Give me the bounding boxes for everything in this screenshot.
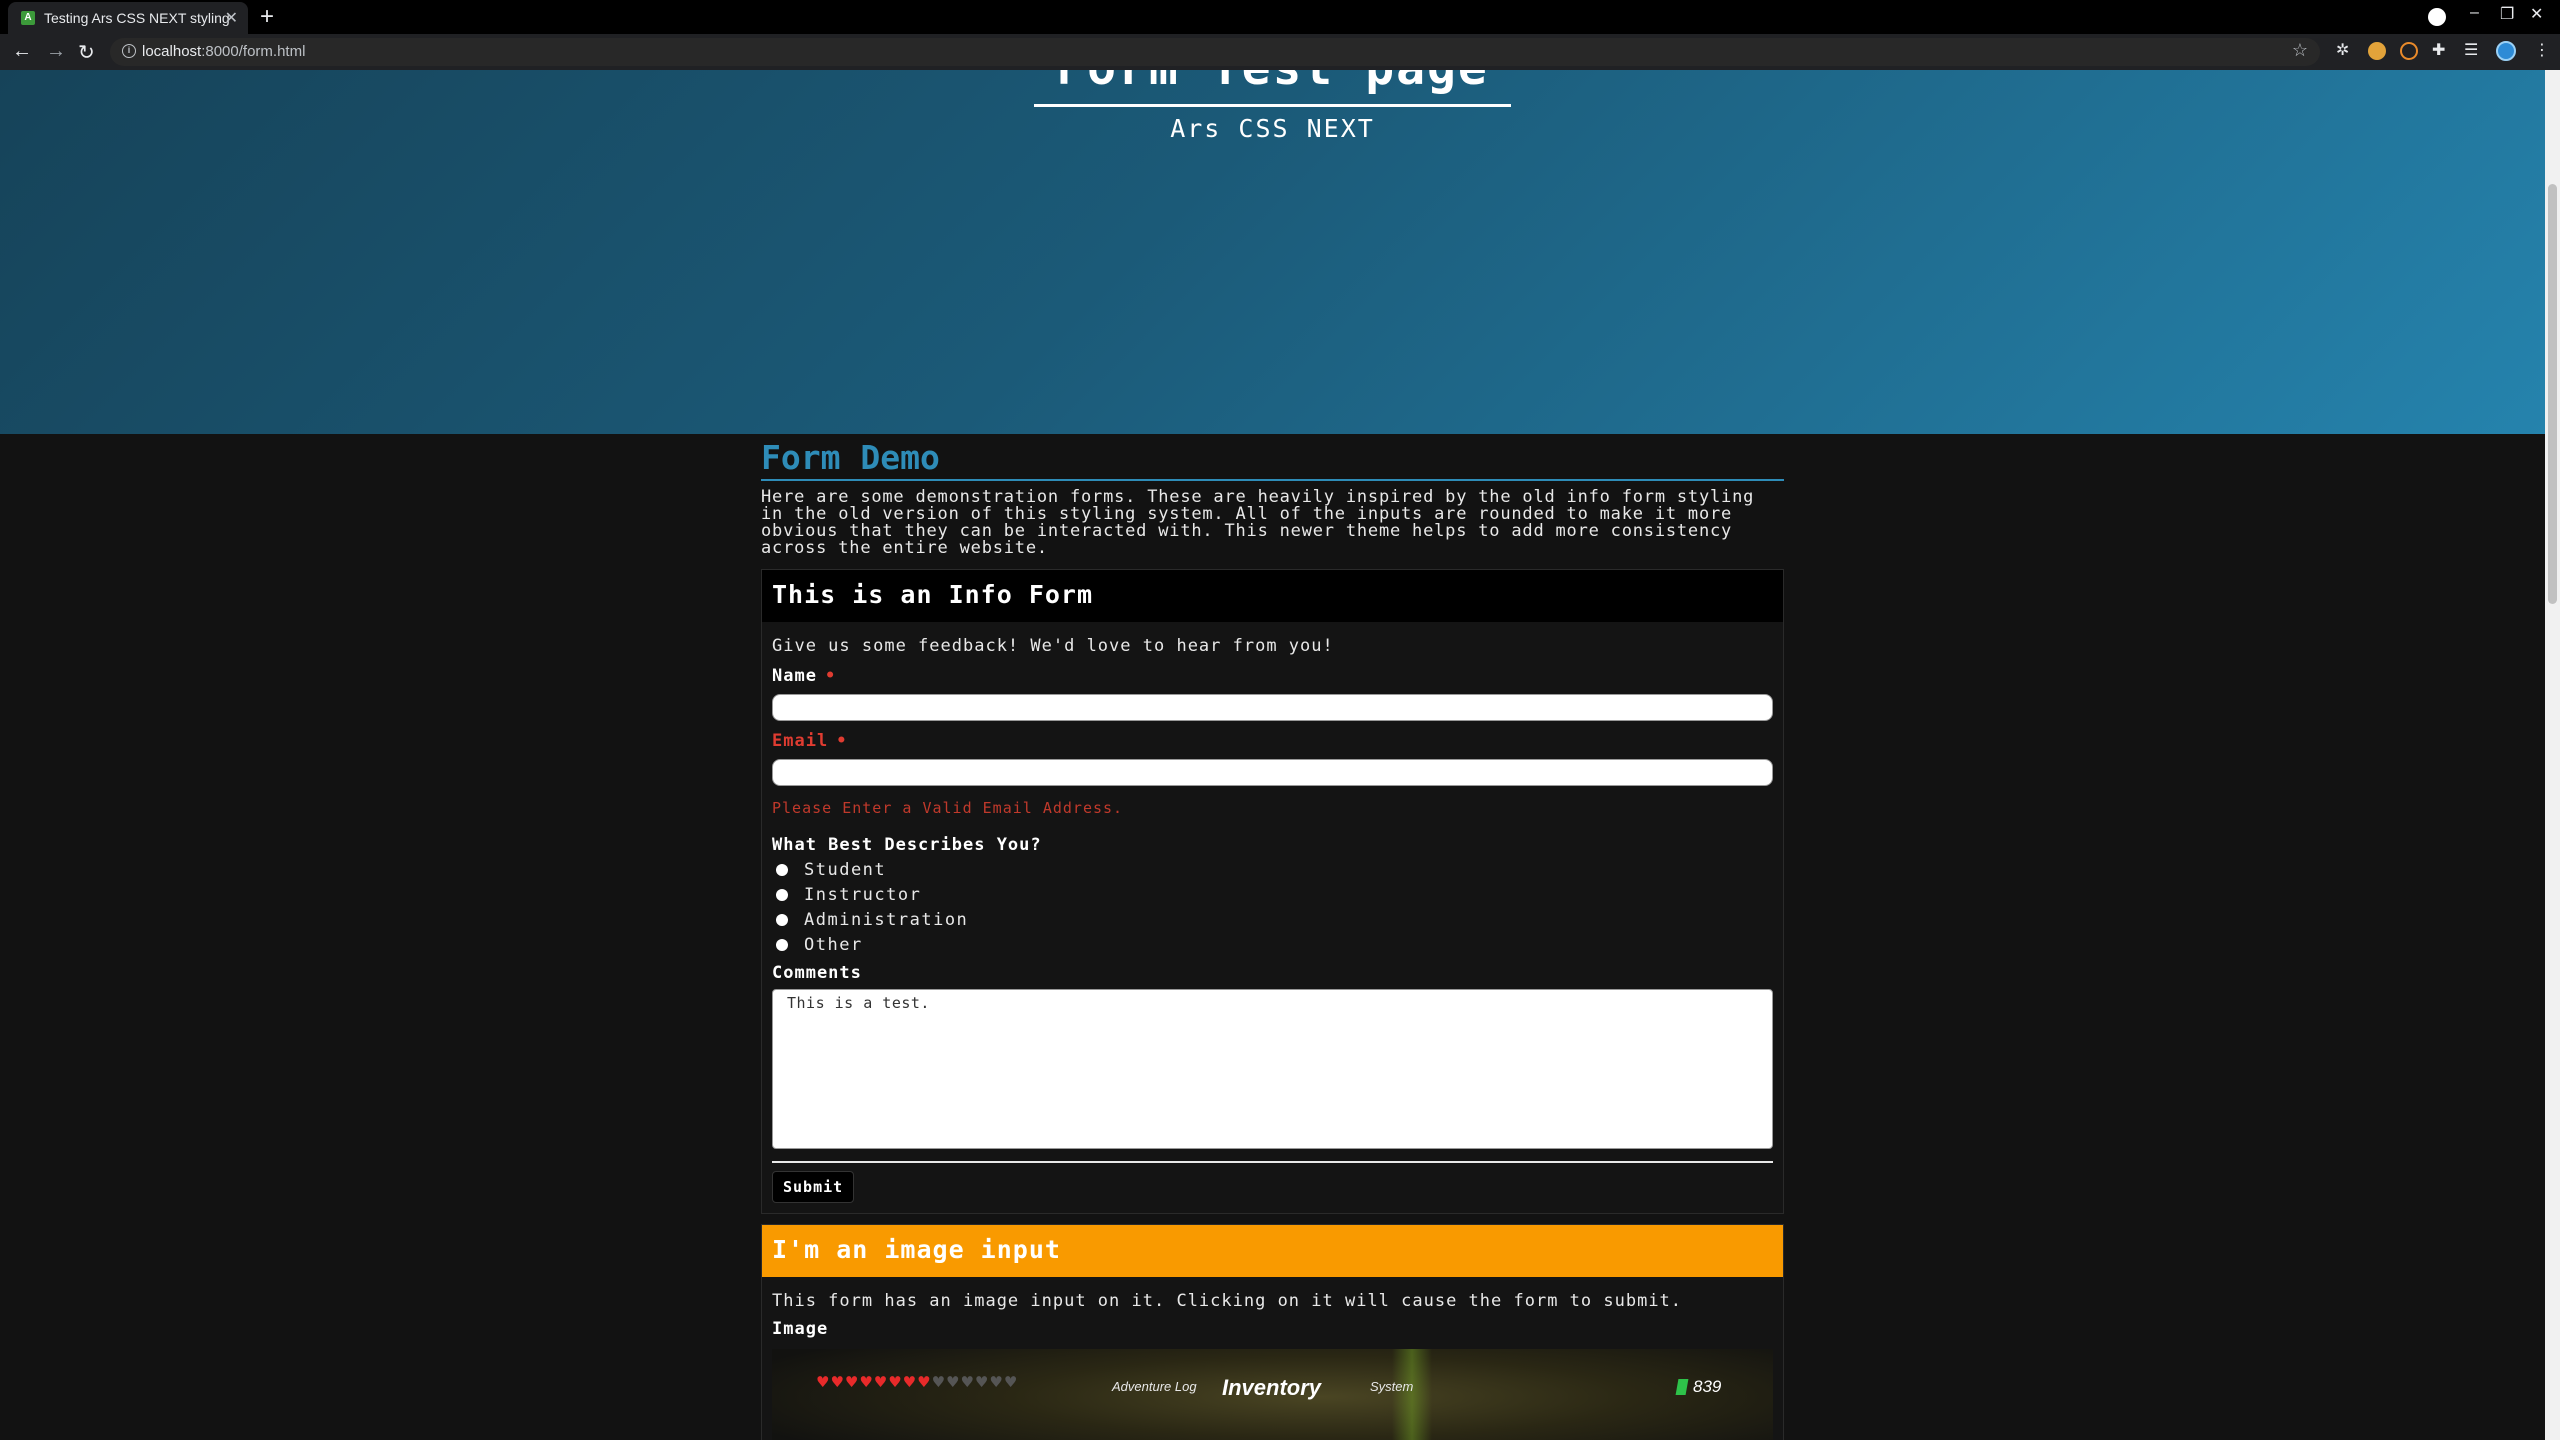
radio-button[interactable] [776, 913, 788, 926]
forward-icon[interactable]: → [46, 40, 66, 63]
rupee-counter: 839 [1675, 1377, 1721, 1397]
reading-list-icon[interactable]: ☰ [2464, 40, 2482, 59]
adventure-log-label: Adventure Log [1112, 1379, 1197, 1394]
rupee-icon [1675, 1379, 1689, 1395]
minimize-icon[interactable]: – [2470, 4, 2479, 22]
comments-label: Comments [772, 963, 862, 983]
name-input[interactable] [772, 694, 1773, 721]
site-info-icon[interactable]: i [122, 44, 136, 58]
inventory-title: Inventory [1222, 1375, 1322, 1400]
close-tab-icon[interactable]: ✕ [225, 8, 238, 28]
profile-avatar-icon[interactable] [2496, 41, 2516, 61]
profile-indicator-icon[interactable] [2428, 8, 2446, 26]
intro-paragraph: Here are some demonstration forms. These… [761, 489, 1784, 557]
address-bar[interactable]: i localhost:8000/form.html ☆ [110, 38, 2320, 66]
info-form-lead: Give us some feedback! We'd love to hear… [772, 636, 1334, 656]
extension-link-icon[interactable] [2400, 42, 2418, 60]
tab-title: Testing Ars CSS NEXT styling [44, 10, 230, 26]
radio-button[interactable] [776, 863, 788, 876]
restore-icon[interactable]: ❐ [2500, 4, 2514, 24]
image-input[interactable]: ♥♥♥♥♥♥♥♥♥♥♥♥♥♥ Adventure Log Inventory S… [772, 1349, 1773, 1440]
required-marker: • [824, 666, 837, 686]
intro-line: across the entire website. [761, 538, 1048, 558]
image-label: Image [772, 1319, 829, 1339]
browser-toolbar: ← → ↻ i localhost:8000/form.html ☆ ✲ ✚ ☰… [0, 34, 2560, 70]
page-title: Form Test page [0, 70, 2545, 96]
reload-icon[interactable]: ↻ [78, 40, 95, 65]
hero-banner: Form Test page Ars CSS NEXT [0, 70, 2545, 434]
browser-tab[interactable]: A Testing Ars CSS NEXT styling ✕ [8, 2, 248, 34]
hero-divider [1034, 104, 1511, 107]
page-scrollbar[interactable] [2545, 70, 2560, 1440]
radio-student[interactable]: Student [772, 857, 1773, 882]
comments-textarea[interactable]: This is a test. [772, 989, 1773, 1149]
image-form: I'm an image input This form has an imag… [761, 1224, 1784, 1440]
info-form-heading: This is an Info Form [762, 570, 1783, 622]
email-input[interactable] [772, 759, 1773, 786]
email-error-message: Please Enter a Valid Email Address. [772, 799, 1124, 817]
bookmark-star-icon[interactable]: ☆ [2292, 40, 2308, 61]
image-form-heading: I'm an image input [762, 1225, 1783, 1277]
page-viewport: Form Test page Ars CSS NEXT Form Demo He… [0, 70, 2545, 1440]
extension-color-icon[interactable] [2368, 42, 2386, 60]
submit-button[interactable]: Submit [772, 1171, 855, 1203]
scrollbar-thumb[interactable] [2548, 184, 2557, 604]
hearts-graphic: ♥♥♥♥♥♥♥♥♥♥♥♥♥♥ [816, 1373, 1019, 1391]
image-form-lead: This form has an image input on it. Clic… [772, 1291, 1683, 1311]
page-subtitle: Ars CSS NEXT [1170, 114, 1375, 143]
required-marker: • [836, 731, 848, 751]
radio-administration[interactable]: Administration [772, 907, 1773, 932]
name-label: Name • [772, 666, 837, 686]
describe-label: What Best Describes You? [772, 835, 1042, 855]
back-icon[interactable]: ← [12, 40, 32, 63]
close-window-icon[interactable]: ✕ [2530, 4, 2543, 24]
role-radio-group: Student Instructor Administration Other [772, 857, 1773, 957]
radio-instructor[interactable]: Instructor [772, 882, 1773, 907]
info-form: This is an Info Form Give us some feedba… [761, 569, 1784, 1214]
new-tab-icon[interactable]: + [260, 3, 274, 31]
menu-kebab-icon[interactable]: ⋮ [2534, 40, 2552, 59]
radio-button[interactable] [776, 888, 788, 901]
browser-tabbar: A Testing Ars CSS NEXT styling ✕ + – ❐ ✕ [0, 0, 2560, 34]
radio-other[interactable]: Other [772, 932, 1773, 957]
radio-button[interactable] [776, 938, 788, 951]
main-content: Form Demo Here are some demonstration fo… [761, 434, 1784, 1440]
url-text[interactable]: localhost:8000/form.html [142, 43, 305, 60]
system-label: System [1370, 1379, 1414, 1394]
email-label: Email • [772, 731, 848, 751]
extension-gear-icon[interactable]: ✲ [2336, 40, 2354, 59]
section-title: Form Demo [761, 438, 1784, 481]
extensions-puzzle-icon[interactable]: ✚ [2432, 40, 2450, 59]
form-divider [772, 1161, 1773, 1163]
favicon-icon: A [21, 11, 35, 25]
